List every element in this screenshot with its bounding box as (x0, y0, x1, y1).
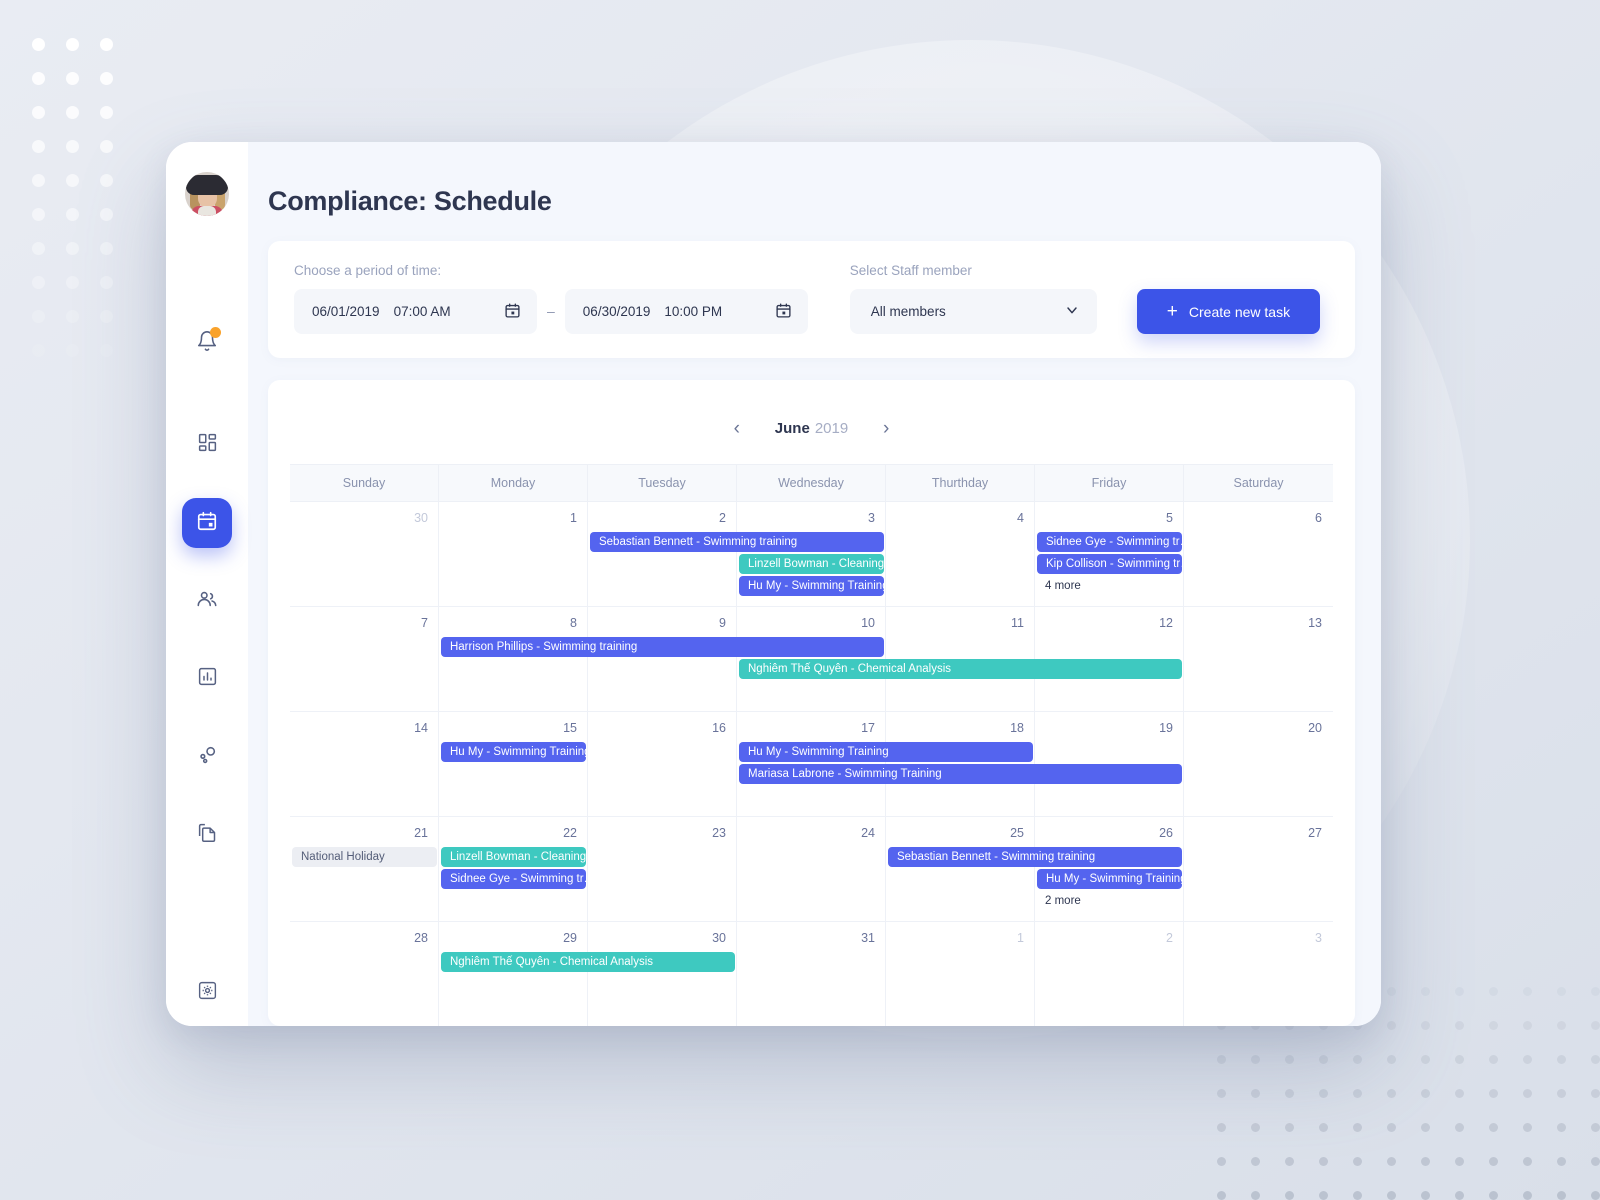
calendar-event[interactable]: Mariasa Labrone - Swimming Training (739, 764, 1182, 784)
main-content: Compliance: Schedule Choose a period of … (248, 142, 1381, 1026)
calendar-event[interactable]: Kip Collison - Swimming tr… (1037, 554, 1182, 574)
sidebar-item-schedule[interactable] (182, 498, 232, 548)
event-layer: National Holiday Linzell Bowman - Cleanin… (290, 847, 1333, 921)
calendar-navigation: ‹ June 2019 › (290, 402, 1333, 454)
calendar-event[interactable]: Sebastian Bennett - Swimming training (589, 532, 884, 552)
calendar-event[interactable]: Linzell Bowman - Cleaning (440, 847, 586, 867)
settings-icon (197, 980, 218, 1006)
dashboard-icon (197, 432, 218, 458)
event-layer: Hu My - Swimming Training Hu My - Swimmin… (290, 742, 1333, 816)
calendar-week-row: 21 22 23 24 25 26 27 National Holiday Linzell Bo… (290, 817, 1333, 922)
month-name: June (774, 419, 810, 437)
calendar-event[interactable]: Harrison Phillips - Swimming training (440, 637, 884, 657)
staff-label: Select Staff member (849, 263, 972, 278)
filter-toolbar: Choose a period of time: 06/01/2019 07:0… (268, 241, 1355, 358)
calendar-week-row: 7 8 9 10 11 12 13 Harrison Phillips - Swimming … (290, 607, 1333, 712)
calendar-week-row: 28 29 30 31 1 2 3 Nghiêm Thế Quyên - Chemical A… (290, 922, 1333, 1026)
calendar-event[interactable]: Hu My - Swimming Training (440, 742, 586, 762)
calendar-week-row: 30 1 2 3 4 5 6 Sebastian Bennett - Swimming tra… (290, 502, 1333, 607)
period-label: Choose a period of time: (294, 263, 442, 278)
page-title: Compliance: Schedule (268, 186, 552, 216)
weekday-header-thurthday: Thurthday (886, 465, 1035, 501)
calendar-event[interactable]: Nghiêm Thế Quyên - Chemical Analysis (440, 952, 735, 972)
sidebar (166, 142, 248, 1026)
weekday-header-row: Sunday Monday Tuesday Wednesday Thurthday Fri… (290, 464, 1333, 502)
prev-month-button[interactable]: ‹ (727, 419, 747, 438)
start-date-value: 06/01/2019 (312, 304, 380, 319)
end-date-value: 06/30/2019 (582, 304, 651, 319)
calendar-event[interactable]: Sebastian Bennett - Swimming training (887, 847, 1182, 867)
weekday-header-sunday: Sunday (290, 465, 439, 501)
start-datetime-input[interactable]: 06/01/2019 07:00 AM (294, 289, 537, 334)
more-events-link[interactable]: 2 more (1045, 895, 1081, 907)
event-layer: Nghiêm Thế Quyên - Chemical Analysis (290, 952, 1333, 1026)
sidebar-item-settings[interactable] (182, 968, 232, 1018)
calendar-week-row: 14 15 16 17 18 19 20 Hu My - Swimming Training H… (290, 712, 1333, 817)
calendar-grid: 30 1 2 3 4 5 6 Sebastian Bennett - Swimming tra… (290, 502, 1333, 1026)
weekday-header-monday: Monday (439, 465, 588, 501)
notification-badge-dot (210, 327, 221, 338)
date-range-group: 06/01/2019 07:00 AM – 06/30/2019 10:00 P… (294, 289, 808, 334)
app-window: Compliance: Schedule Choose a period of … (166, 142, 1381, 1026)
nodes-icon (196, 744, 218, 771)
calendar-event[interactable]: Hu My - Swimming Training (739, 576, 884, 596)
year-value: 2019 (814, 419, 849, 437)
sidebar-item-reports[interactable] (182, 654, 232, 704)
calendar-icon[interactable] (775, 302, 792, 322)
calendar-card: ‹ June 2019 › Sunday Monday Tuesday Wednesda… (268, 380, 1355, 1026)
calendar-icon[interactable] (504, 302, 521, 322)
bar-chart-icon (197, 666, 218, 692)
calendar-event[interactable]: Linzell Bowman - Cleaning (739, 554, 884, 574)
weekday-header-wednesday: Wednesday (737, 465, 886, 501)
staff-member-value: All members (870, 304, 946, 319)
staff-filter: Select Staff member All members (849, 263, 1097, 334)
calendar-event[interactable]: Sidnee Gye - Swimming tr… (1037, 532, 1182, 552)
event-layer: Harrison Phillips - Swimming training Ngh… (290, 637, 1333, 711)
sidebar-item-documents[interactable] (182, 810, 232, 860)
event-layer: Sebastian Bennett - Swimming training Lin… (290, 532, 1333, 606)
plus-icon: + (1166, 301, 1178, 322)
avatar[interactable] (185, 172, 229, 216)
weekday-header-friday: Friday (1035, 465, 1184, 501)
weekday-header-saturday: Saturday (1233, 476, 1284, 490)
calendar-event[interactable]: Nghiêm Thế Quyên - Chemical Analysis (739, 659, 1182, 679)
current-month-label: June 2019 (775, 420, 848, 437)
range-separator: – (547, 302, 555, 319)
calendar-event[interactable]: National Holiday (292, 847, 437, 867)
calendar-icon (196, 510, 218, 537)
end-datetime-input[interactable]: 06/30/2019 10:00 PM (564, 289, 808, 334)
chevron-down-icon[interactable] (1064, 302, 1080, 321)
staff-member-select[interactable]: All members (849, 289, 1097, 334)
dot-pattern-top-left (32, 38, 124, 358)
period-filter: Choose a period of time: 06/01/2019 07:0… (294, 263, 808, 334)
create-new-task-button[interactable]: + Create new task (1136, 289, 1321, 334)
calendar-event[interactable]: Sidnee Gye - Swimming tr… (440, 869, 586, 889)
documents-icon (197, 822, 218, 848)
weekday-header-tuesday: Tuesday (588, 465, 737, 501)
end-time-value: 10:00 PM (664, 304, 723, 319)
sidebar-item-staff[interactable] (182, 576, 232, 626)
start-time-value: 07:00 AM (393, 304, 451, 319)
sidebar-item-notifications[interactable] (182, 318, 232, 368)
calendar-event[interactable]: Hu My - Swimming Training (739, 742, 1033, 762)
sidebar-item-integrations[interactable] (182, 732, 232, 782)
more-events-link[interactable]: 4 more (1045, 580, 1081, 592)
users-icon (196, 588, 218, 615)
next-month-button[interactable]: › (876, 419, 896, 438)
create-new-task-label: Create new task (1188, 303, 1291, 320)
sidebar-item-dashboard[interactable] (182, 420, 232, 470)
calendar-event[interactable]: Hu My - Swimming Training (1037, 869, 1182, 889)
